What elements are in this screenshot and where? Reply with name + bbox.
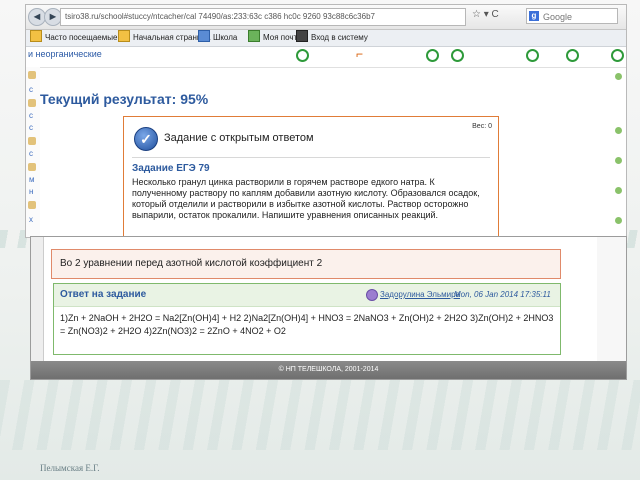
status-dot-icon	[615, 127, 622, 134]
check-icon: ✓	[134, 127, 158, 151]
slide-author: Пелымская Е.Г.	[40, 463, 100, 473]
bookmark-mail[interactable]: Моя почта	[248, 30, 302, 46]
task-list-letter: с	[29, 123, 33, 132]
page-icon	[118, 30, 130, 42]
status-dot-icon	[615, 187, 622, 194]
task-title: Задание ЕГЭ 79	[132, 163, 210, 174]
status-mark-icon: ⌐	[356, 47, 364, 61]
task-weight: Вес: 0	[472, 123, 492, 130]
right-status-column	[612, 67, 626, 237]
bookmarks-bar: Часто посещаемые Начальная страница Школ…	[26, 30, 626, 47]
bookmark-home[interactable]: Начальная страница	[118, 30, 210, 46]
answer-timestamp: Mon, 06 Jan 2014 17:35:11	[454, 290, 551, 299]
left-task-list: с с с с м н х	[26, 67, 40, 237]
task-marker-icon	[28, 137, 36, 145]
task-description: Несколько гранул цинка растворили в горя…	[132, 177, 480, 220]
school-icon	[198, 30, 210, 42]
answer-title: Ответ на задание	[60, 289, 147, 300]
page-header-strip: и неорганические ⌐	[26, 47, 626, 68]
answer-header: Ответ на задание Задорулина Эльмира Mon,…	[54, 284, 560, 307]
task-type-heading: Задание с открытым ответом	[164, 132, 314, 144]
left-scroll-strip	[31, 237, 44, 379]
task-marker-icon	[28, 99, 36, 107]
status-circle-icon	[611, 49, 624, 62]
google-icon: g	[529, 11, 539, 21]
status-circle-icon	[451, 49, 464, 62]
task-list-letter: с	[29, 111, 33, 120]
status-dot-icon	[615, 157, 622, 164]
search-input[interactable]: g Google	[526, 8, 618, 24]
status-circle-icon	[526, 49, 539, 62]
browser-screenshot-task: ◄ ► tsiro38.ru/school#stuccy/ntcacher/ca…	[25, 4, 627, 238]
browser-toolbar: ◄ ► tsiro38.ru/school#stuccy/ntcacher/ca…	[26, 5, 626, 30]
search-placeholder: Google	[543, 12, 573, 22]
task-panel: ✓ Задание с открытым ответом Вес: 0 Зада…	[123, 116, 499, 237]
address-bar[interactable]: tsiro38.ru/school#stuccy/ntcacher/cal 74…	[60, 8, 466, 26]
bookmark-login[interactable]: Вход в систему	[296, 30, 368, 46]
status-dot-icon	[615, 73, 622, 80]
slide-decor-stripes	[0, 380, 640, 450]
task-list-letter: с	[29, 85, 33, 94]
bookmark-frequent[interactable]: Часто посещаемые	[30, 30, 117, 46]
teacher-comment-box: Во 2 уравнении перед азотной кислотой ко…	[51, 249, 561, 279]
right-margin	[597, 237, 626, 379]
student-answer-panel: Ответ на задание Задорулина Эльмира Mon,…	[53, 283, 561, 355]
task-marker-icon	[28, 163, 36, 171]
task-marker-icon	[28, 71, 36, 79]
current-result-title: Текущий результат: 95%	[40, 91, 209, 107]
status-circle-icon	[426, 49, 439, 62]
user-icon	[366, 289, 378, 301]
category-text: и неорганические	[28, 49, 102, 59]
login-icon	[296, 30, 308, 42]
task-list-letter: х	[29, 215, 33, 224]
site-footer: © НП ТЕЛЕШКОЛА, 2001-2014	[31, 361, 626, 379]
task-list-letter: н	[29, 187, 34, 196]
browser-screenshot-answer: Во 2 уравнении перед азотной кислотой ко…	[30, 236, 627, 380]
forward-icon: ►	[47, 11, 59, 23]
task-list-letter: м	[29, 175, 35, 184]
bookmark-school[interactable]: Школа	[198, 30, 237, 46]
divider	[132, 157, 490, 158]
task-list-letter: с	[29, 149, 33, 158]
status-circle-icon	[296, 49, 309, 62]
answer-text: 1)Zn + 2NaOH + 2H2O = Na2[Zn(OH)4] + H2 …	[60, 313, 554, 336]
author-link[interactable]: Задорулина Эльмира	[380, 290, 460, 299]
mail-icon	[248, 30, 260, 42]
toolbar-icons[interactable]: ☆ ▾ C	[472, 9, 499, 20]
status-dot-icon	[615, 217, 622, 224]
back-icon: ◄	[31, 11, 43, 23]
teacher-comment: Во 2 уравнении перед азотной кислотой ко…	[60, 258, 323, 269]
task-marker-icon	[28, 201, 36, 209]
star-icon	[30, 30, 42, 42]
status-circle-icon	[566, 49, 579, 62]
